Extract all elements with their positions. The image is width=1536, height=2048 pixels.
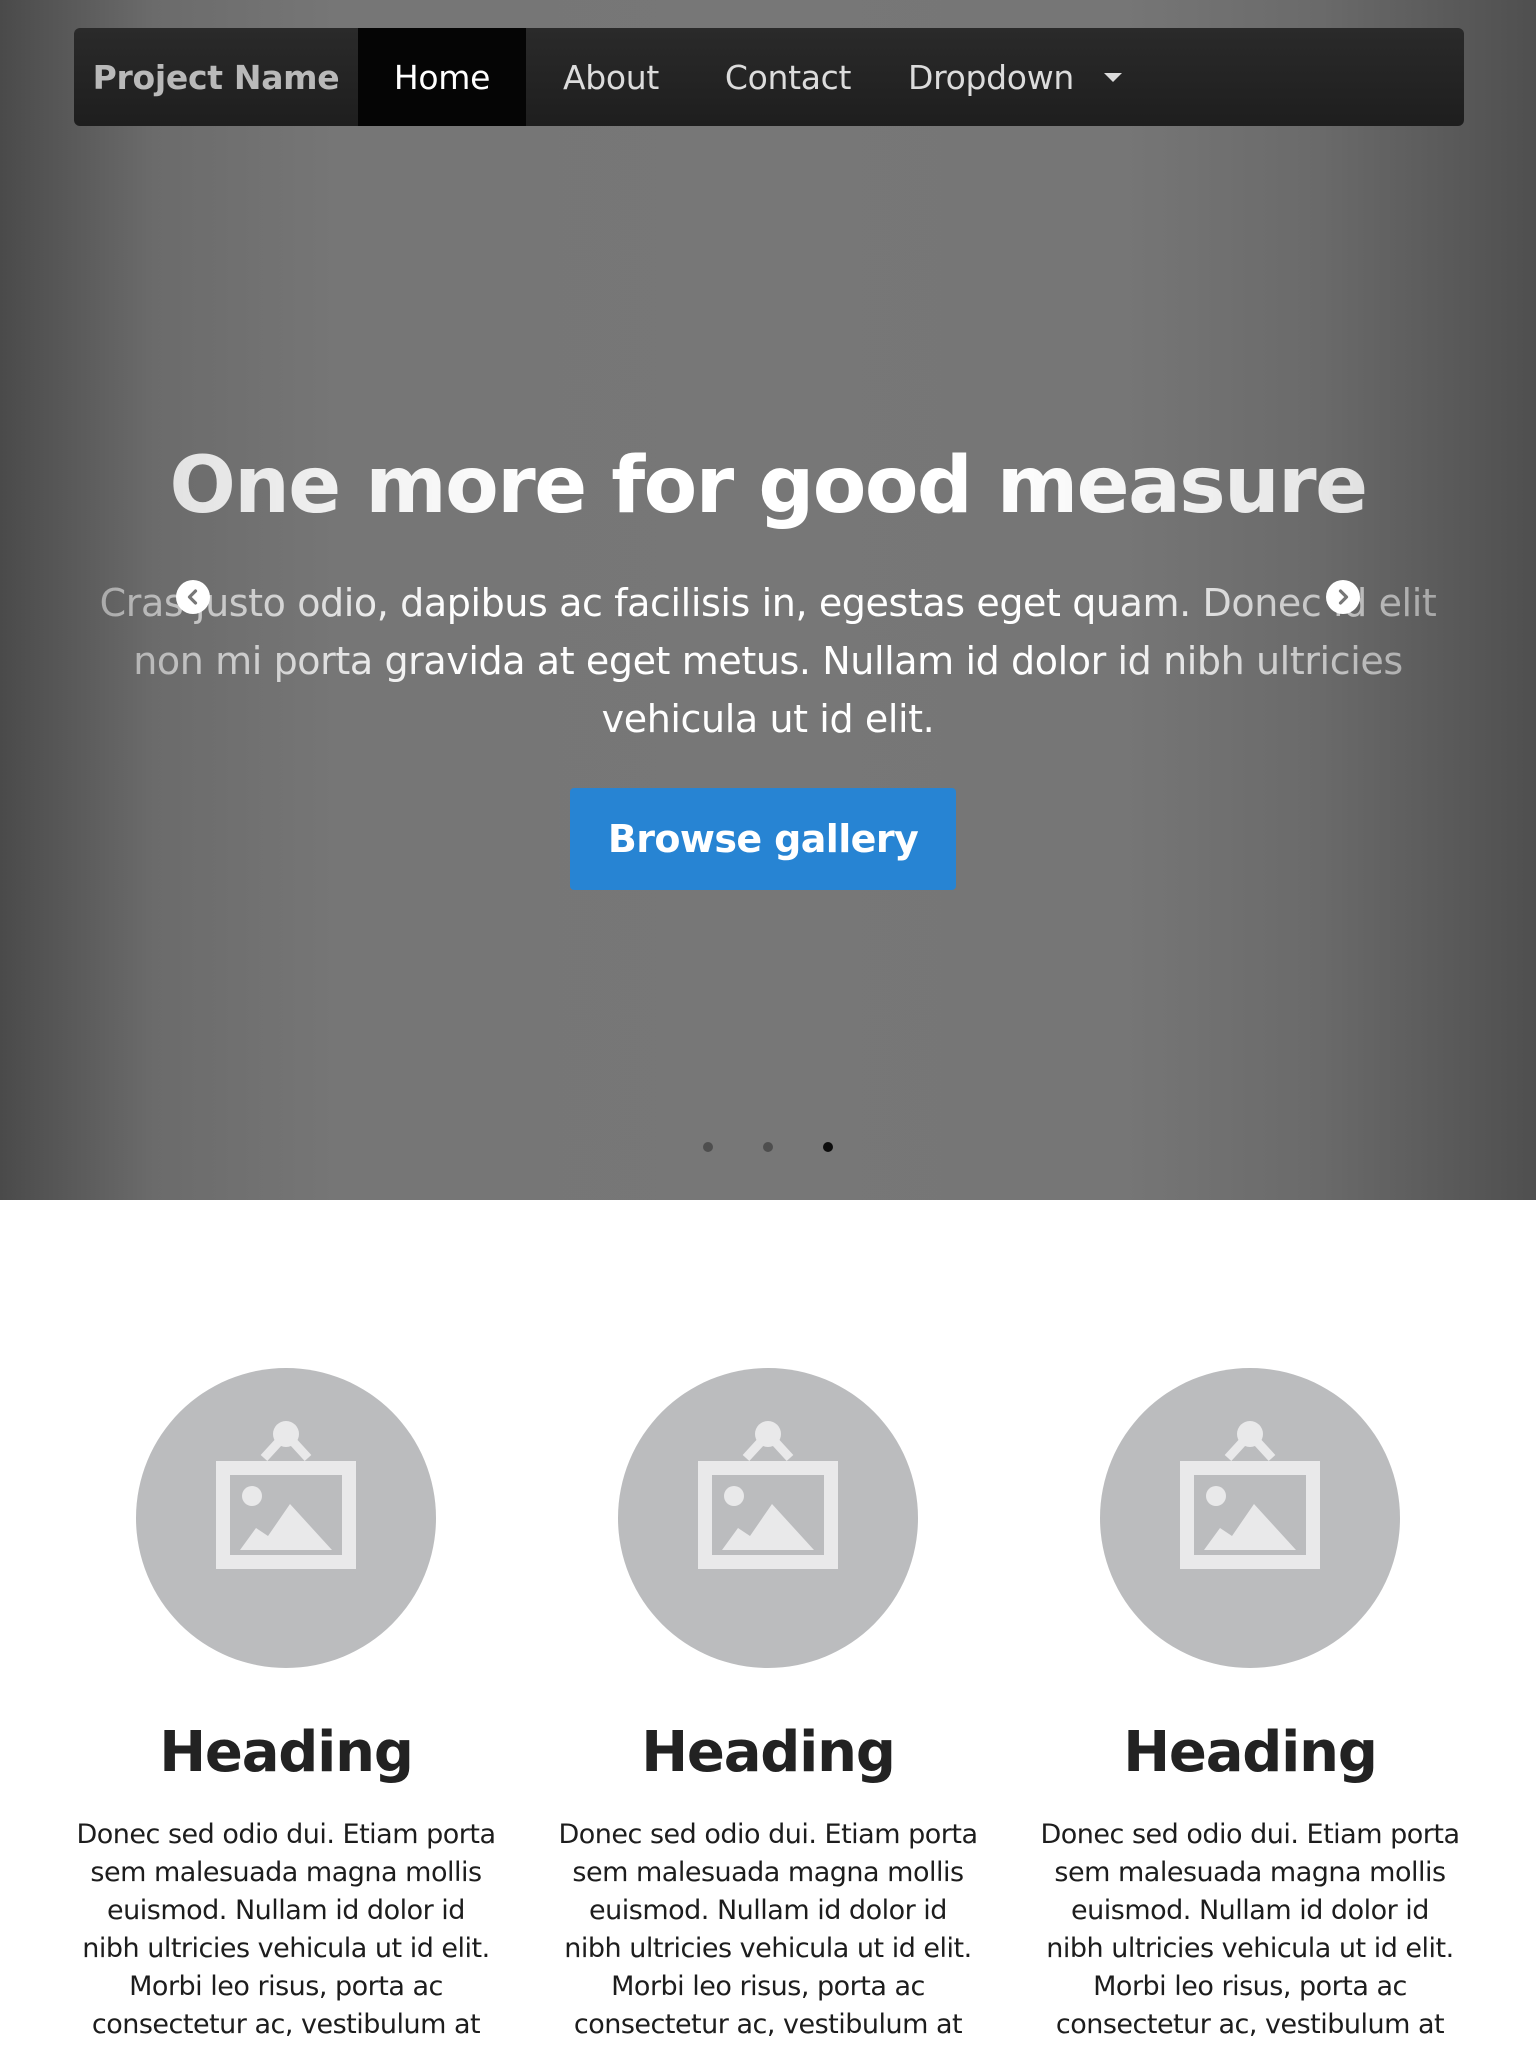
column-heading: Heading — [1123, 1720, 1378, 1785]
image-placeholder-icon — [698, 1421, 838, 1569]
carousel-indicator-3[interactable] — [823, 1142, 833, 1152]
nav-item-home[interactable]: Home — [358, 28, 526, 126]
caret-down-icon — [1104, 72, 1123, 82]
column-heading: Heading — [641, 1720, 896, 1785]
image-placeholder — [136, 1368, 436, 1668]
image-placeholder — [618, 1368, 918, 1668]
image-placeholder-icon — [1180, 1421, 1320, 1569]
carousel-indicator-2[interactable] — [763, 1142, 773, 1152]
chevron-right-icon — [1338, 589, 1349, 605]
column-heading: Heading — [159, 1720, 414, 1785]
browse-gallery-button[interactable]: Browse gallery — [570, 788, 956, 890]
carousel-title: One more for good measure — [169, 441, 1368, 531]
carousel-prev-button[interactable] — [176, 580, 210, 614]
image-placeholder-icon — [216, 1421, 356, 1569]
nav-item-about[interactable]: About — [526, 28, 696, 126]
carousel-next-button[interactable] — [1326, 580, 1360, 614]
carousel-indicators — [0, 1142, 1536, 1152]
nav-item-dropdown-label: Dropdown — [907, 57, 1075, 97]
column-text: Donec sed odio dui. Etiam porta sem male… — [76, 1819, 496, 2048]
carousel-text: Cras justo odio, dapibus ac facilisis in… — [99, 581, 1437, 741]
column-text: Donec sed odio dui. Etiam porta sem male… — [558, 1819, 978, 2048]
column-text: Donec sed odio dui. Etiam porta sem male… — [1040, 1819, 1460, 2048]
chevron-left-icon — [187, 589, 198, 605]
marketing-columns: Heading Donec sed odio dui. Etiam porta … — [0, 1200, 1536, 2048]
nav-item-contact[interactable]: Contact — [696, 28, 880, 126]
carousel-indicator-1[interactable] — [703, 1142, 713, 1152]
image-placeholder — [1100, 1368, 1400, 1668]
nav-item-dropdown[interactable]: Dropdown — [880, 28, 1150, 126]
navbar-brand[interactable]: Project Name — [74, 28, 358, 126]
carousel: Project Name Home About Contact Dropdown… — [0, 0, 1536, 1200]
navbar: Project Name Home About Contact Dropdown — [74, 28, 1464, 126]
